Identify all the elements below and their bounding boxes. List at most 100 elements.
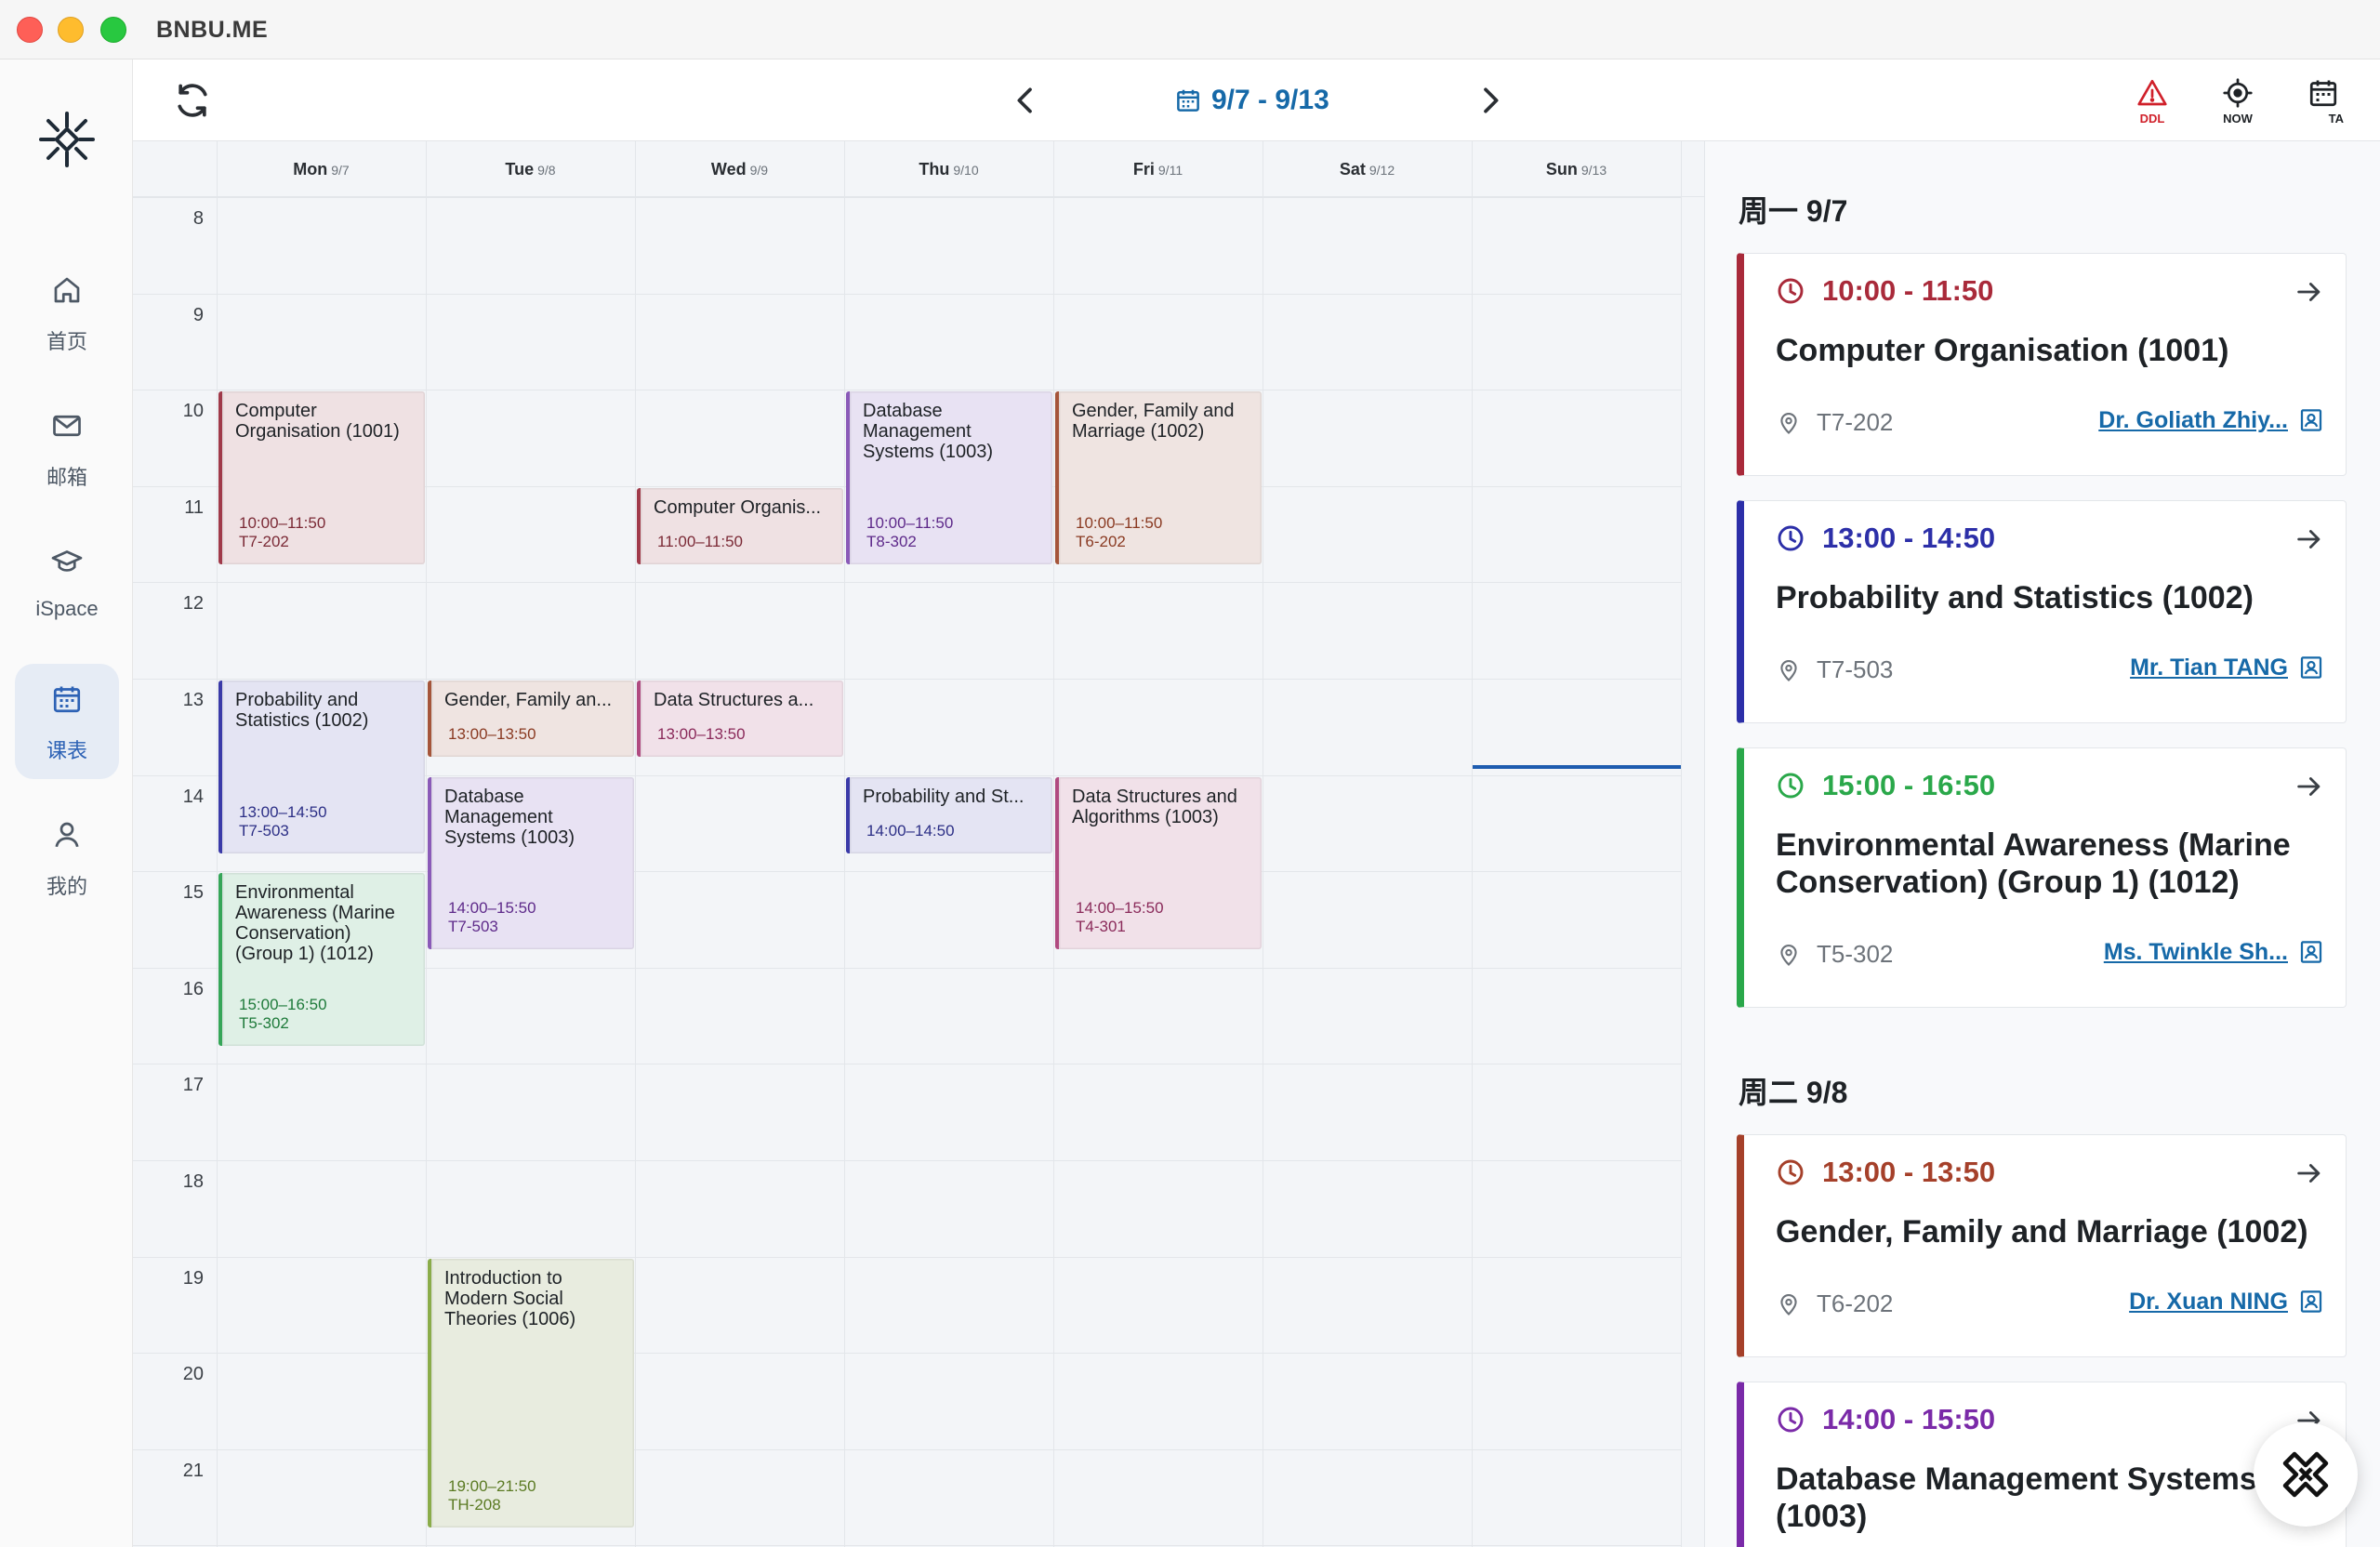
arrow-right-icon[interactable] <box>2294 1157 2325 1189</box>
teacher-badge-icon <box>2300 941 2322 963</box>
calendar-event[interactable]: Environmental Awareness (Marine Conserva… <box>218 873 425 1046</box>
current-time-indicator <box>1473 765 1681 770</box>
floating-action-button[interactable] <box>2254 1422 2358 1527</box>
sidebar-item-profile[interactable]: 我的 <box>15 800 119 915</box>
course-time: 13:00 - 13:50 <box>1776 1156 1995 1189</box>
day-date: 9/7 <box>331 163 350 178</box>
calendar-event[interactable]: Database Management Systems (1003) 14:00–… <box>428 776 634 950</box>
clock-icon <box>1778 525 1804 551</box>
hour-label: 20 <box>182 1364 204 1385</box>
sidebar-item-mail[interactable]: 邮箱 <box>15 390 119 506</box>
course-card[interactable]: 15:00 - 16:50 Environmental Awareness (Ma… <box>1737 747 2347 1008</box>
teacher-badge-icon <box>2300 656 2322 679</box>
teacher-badge-icon <box>2300 1290 2322 1313</box>
chevron-left-icon[interactable] <box>1007 82 1044 119</box>
week-calendar-grid: Mon 9/7 Tue 9/8 Wed 9/9 Thu 9/10 Fri 9/11 Sat 9/12 S… <box>133 141 1704 1547</box>
calendar-event[interactable]: Gender, Family an... 13:00–13:50 <box>428 681 634 757</box>
toolbar: 9/7 - 9/13 DDL NOW TA <box>133 60 2380 141</box>
event-time: 10:00–11:50 <box>239 513 326 532</box>
calendar-event[interactable]: Computer Organis... 11:00–11:50 <box>637 487 843 564</box>
home-icon <box>54 277 80 303</box>
calendar-event[interactable]: Data Structures a... 13:00–13:50 <box>637 681 843 757</box>
chevron-right-icon[interactable] <box>1472 82 1509 119</box>
teacher-name[interactable]: Mr. Tian TANG <box>2130 654 2288 681</box>
user-icon <box>55 822 79 848</box>
calendar-event[interactable]: Probability and Statistics (1002) 13:00–1… <box>218 681 425 853</box>
teacher-link[interactable]: Dr. Goliath Zhiy... <box>2098 406 2325 434</box>
grid-column-line <box>1472 141 1473 1547</box>
grid-hour-line <box>133 197 1681 198</box>
calendar-event[interactable]: Database Management Systems (1003) 10:00–… <box>846 391 1052 564</box>
event-footer: 19:00–21:50 TH-208 <box>448 1477 536 1514</box>
teacher-link[interactable]: Ms. Twinkle Sh... <box>2104 938 2325 966</box>
sidebar-item-ispace[interactable]: iSpace <box>15 526 119 641</box>
arrow-right-icon[interactable] <box>2294 276 2325 308</box>
event-title: Data Structures a... <box>654 690 814 710</box>
event-title: Computer Organis... <box>654 496 822 518</box>
week-range-button[interactable]: 9/7 - 9/13 <box>1174 80 1329 121</box>
event-title: Computer Organisation (1001) <box>235 401 400 443</box>
teacher-name[interactable]: Dr. Xuan NING <box>2129 1289 2288 1316</box>
course-card[interactable]: 13:00 - 14:50 Probability and Statistics … <box>1737 500 2347 723</box>
arrow-right-icon[interactable] <box>2294 771 2325 802</box>
calendar-event[interactable]: Gender, Family and Marriage (1002) 10:00–… <box>1055 391 1262 564</box>
calendar-event[interactable]: Data Structures and Algorithms (1003) 14:… <box>1055 776 1262 950</box>
day-name: Fri <box>1132 160 1155 178</box>
course-location: T7-202 <box>1776 408 1893 437</box>
event-room: T7-503 <box>448 918 498 936</box>
sidebar-item-label: 我的 <box>46 875 87 898</box>
event-title: Environmental Awareness (Marine Conserva… <box>235 882 395 965</box>
grid-column-line <box>844 141 845 1547</box>
course-time-label: 10:00 - 11:50 <box>1822 274 1994 307</box>
sidebar: 首页 邮箱 iSpace 课表 我的 <box>0 60 133 1547</box>
title-bar: BNBU.ME <box>0 0 2380 60</box>
teacher-link[interactable]: Dr. Xuan NING <box>2129 1288 2325 1316</box>
sidebar-item-home[interactable]: 首页 <box>15 255 119 370</box>
day-header-thu: Thu 9/10 <box>844 160 1053 179</box>
teacher-name[interactable]: Dr. Goliath Zhiy... <box>2098 407 2288 434</box>
maximize-window-button[interactable] <box>100 17 126 43</box>
course-time: 10:00 - 11:50 <box>1776 274 1993 308</box>
course-card[interactable]: 10:00 - 11:50 Computer Organisation (1001… <box>1737 253 2347 476</box>
course-time-label: 14:00 - 15:50 <box>1822 1403 1996 1435</box>
arrow-right-icon[interactable] <box>2294 523 2325 555</box>
teacher-name[interactable]: Ms. Twinkle Sh... <box>2104 939 2288 966</box>
refresh-icon[interactable] <box>172 80 213 121</box>
panel-day-header: 周一 9/7 <box>1739 194 1848 228</box>
calendar-event[interactable]: Probability and St... 14:00–14:50 <box>846 776 1052 853</box>
panel-day-header: 周二 9/8 <box>1739 1076 1848 1109</box>
course-time: 13:00 - 14:50 <box>1776 522 1995 555</box>
grid-column-line <box>217 141 218 1547</box>
hour-label: 15 <box>182 882 204 904</box>
ddl-label: DDL <box>2139 112 2165 126</box>
day-header-sun: Sun 9/13 <box>1472 160 1681 179</box>
ta-button[interactable]: TA <box>2303 76 2344 134</box>
sidebar-item-label: iSpace <box>35 597 99 620</box>
sidebar-item-label: 首页 <box>46 330 87 353</box>
event-time: 11:00–11:50 <box>657 532 744 550</box>
course-time: 14:00 - 15:50 <box>1776 1403 1995 1436</box>
minimize-window-button[interactable] <box>58 17 84 43</box>
grid-column-line <box>1681 141 1682 1547</box>
sidebar-item-timetable[interactable]: 课表 <box>15 664 119 779</box>
now-button[interactable]: NOW <box>2210 76 2266 134</box>
location-pin-icon <box>1780 412 1797 434</box>
week-range-label: 9/7 - 9/13 <box>1211 85 1329 115</box>
event-title: Introduction to Modern Social Theories (… <box>444 1267 576 1329</box>
event-title: Data Structures and Algorithms (1003) <box>1072 786 1237 827</box>
event-room: T6-202 <box>1076 532 1126 550</box>
grid-hour-line <box>133 1353 1681 1355</box>
grid-hour-line <box>133 293 1681 295</box>
calendar-event[interactable]: Introduction to Modern Social Theories (… <box>428 1258 634 1527</box>
day-name: Sat <box>1339 160 1366 178</box>
teacher-link[interactable]: Mr. Tian TANG <box>2130 654 2325 681</box>
close-window-button[interactable] <box>17 17 43 43</box>
event-footer: 11:00–11:50 <box>657 533 743 551</box>
hour-label: 9 <box>192 304 204 325</box>
course-card[interactable]: 13:00 - 13:50 Gender, Family and Marriage… <box>1737 1134 2347 1357</box>
ddl-button[interactable]: DDL <box>2124 76 2180 134</box>
event-title: Gender, Family and Marriage (1002) <box>1072 401 1235 443</box>
course-time: 15:00 - 16:50 <box>1776 769 1995 802</box>
event-title: Probability and Statistics (1002) <box>235 690 369 731</box>
calendar-event[interactable]: Computer Organisation (1001) 10:00–11:50 T… <box>218 391 425 564</box>
